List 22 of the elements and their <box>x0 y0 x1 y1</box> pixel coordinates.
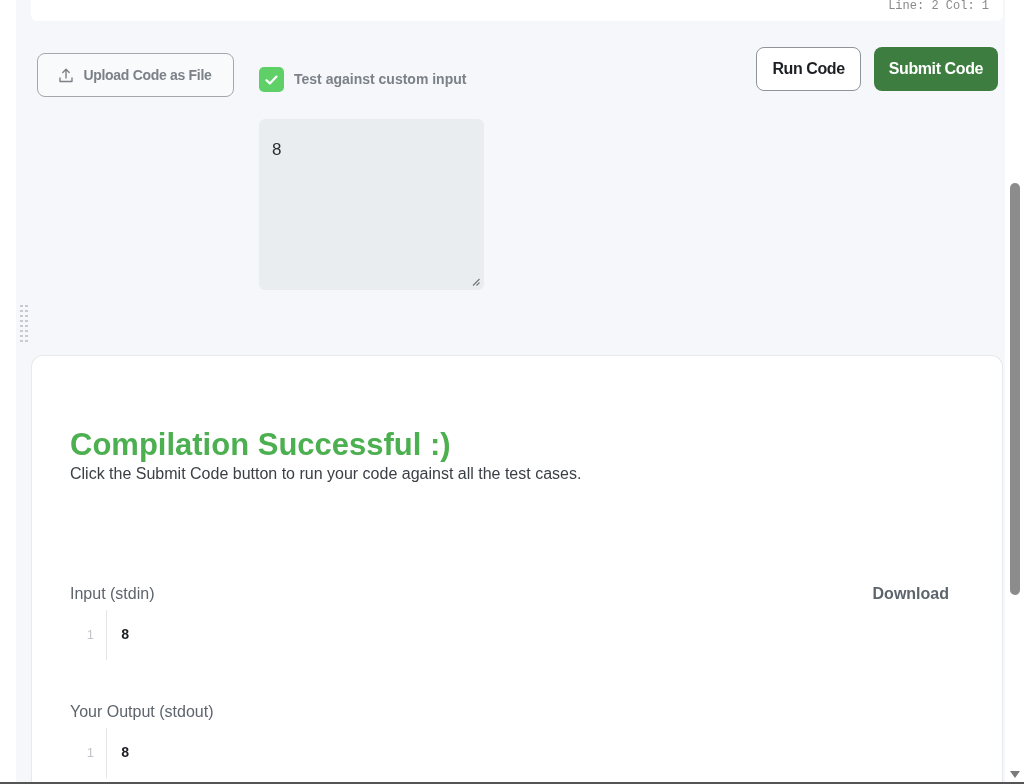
result-title: Compilation Successful :) <box>70 426 451 464</box>
custom-input-field[interactable]: 8 <box>259 119 484 290</box>
result-message: Click the Submit Code button to run your code against all the test cases. <box>70 464 582 484</box>
check-icon <box>265 74 278 85</box>
download-link[interactable]: Download <box>872 582 949 606</box>
scrollbar-thumb[interactable] <box>1009 183 1020 595</box>
custom-input-checkbox[interactable] <box>259 67 284 92</box>
upload-icon <box>59 67 74 83</box>
drag-handle-icon[interactable] <box>20 305 28 345</box>
section-label: Input (stdin) <box>70 584 155 604</box>
scroll-down-arrow-icon[interactable] <box>1009 771 1020 778</box>
submit-code-button[interactable]: Submit Code <box>873 47 998 91</box>
code-line-text: 8 <box>121 743 130 763</box>
line-number: 1 <box>86 744 94 763</box>
run-code-button[interactable]: Run Code <box>756 47 861 91</box>
checkbox-label: Test against custom input <box>294 70 467 89</box>
upload-code-button[interactable]: Upload Code as File <box>37 53 234 97</box>
resize-handle-icon[interactable] <box>472 278 480 286</box>
line-number: 1 <box>86 626 94 645</box>
cursor-position: Line: 2 Col: 1 <box>888 0 989 13</box>
code-line-text: 8 <box>121 625 130 645</box>
section-label: Your Output (stdout) <box>70 702 214 722</box>
